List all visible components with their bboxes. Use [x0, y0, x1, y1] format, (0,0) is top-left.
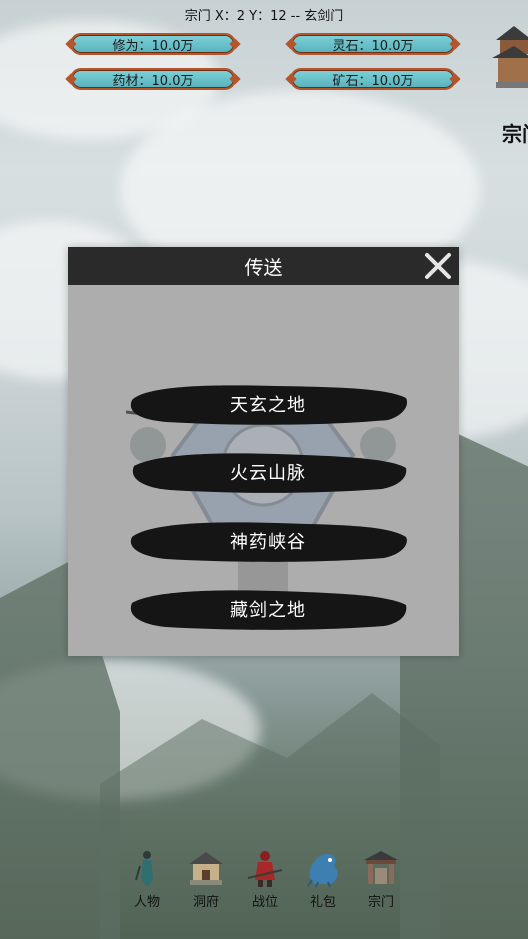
cultivation-resource: 修为：10.0万 — [70, 33, 236, 55]
nav-gift-pack[interactable]: 礼包 — [301, 848, 345, 910]
sect-gate-icon — [364, 851, 398, 884]
herb-resource: 药材：10.0万 — [70, 68, 236, 90]
spirit-stone-resource: 灵石：10.0万 — [290, 33, 456, 55]
battle-position-icon — [247, 851, 283, 887]
destination-label: 藏剑之地 — [230, 600, 306, 621]
close-icon[interactable] — [423, 251, 453, 281]
destination-button-shenyao[interactable]: 神药峡谷 — [126, 519, 410, 563]
dialog-title: 传送 — [244, 256, 283, 279]
nav-sect[interactable]: 宗门 — [359, 848, 403, 910]
destination-label: 天玄之地 — [230, 395, 306, 416]
ore-resource: 矿石：10.0万 — [290, 68, 456, 90]
dialog-body: 天玄之地 火云山脉 神药峡谷 藏剑之地 — [68, 285, 459, 656]
cave-dwelling-icon — [189, 852, 223, 885]
nav-cave-dwelling[interactable]: 洞府 — [184, 848, 228, 910]
nav-character[interactable]: 人物 — [125, 848, 169, 910]
teleport-dialog: 传送 天玄之地 火云山脉 神药峡谷 藏剑之地 — [68, 247, 459, 656]
destination-button-cangjian[interactable]: 藏剑之地 — [126, 587, 410, 631]
destination-label: 神药峡谷 — [230, 532, 306, 553]
dialog-header: 传送 — [68, 247, 459, 285]
sect-building-icon[interactable] — [488, 12, 528, 98]
gift-pack-icon — [307, 853, 338, 888]
destination-button-huoyun[interactable]: 火云山脉 — [126, 450, 410, 494]
nav-battle-position[interactable]: 战位 — [243, 848, 287, 910]
character-icon — [135, 851, 153, 886]
destination-button-tianxuan[interactable]: 天玄之地 — [126, 382, 410, 426]
location-title: 宗门 X：2 Y：12 -- 玄剑门 — [184, 9, 344, 24]
destination-label: 火云山脉 — [230, 463, 306, 484]
sect-top-label: 宗门 — [502, 122, 528, 146]
